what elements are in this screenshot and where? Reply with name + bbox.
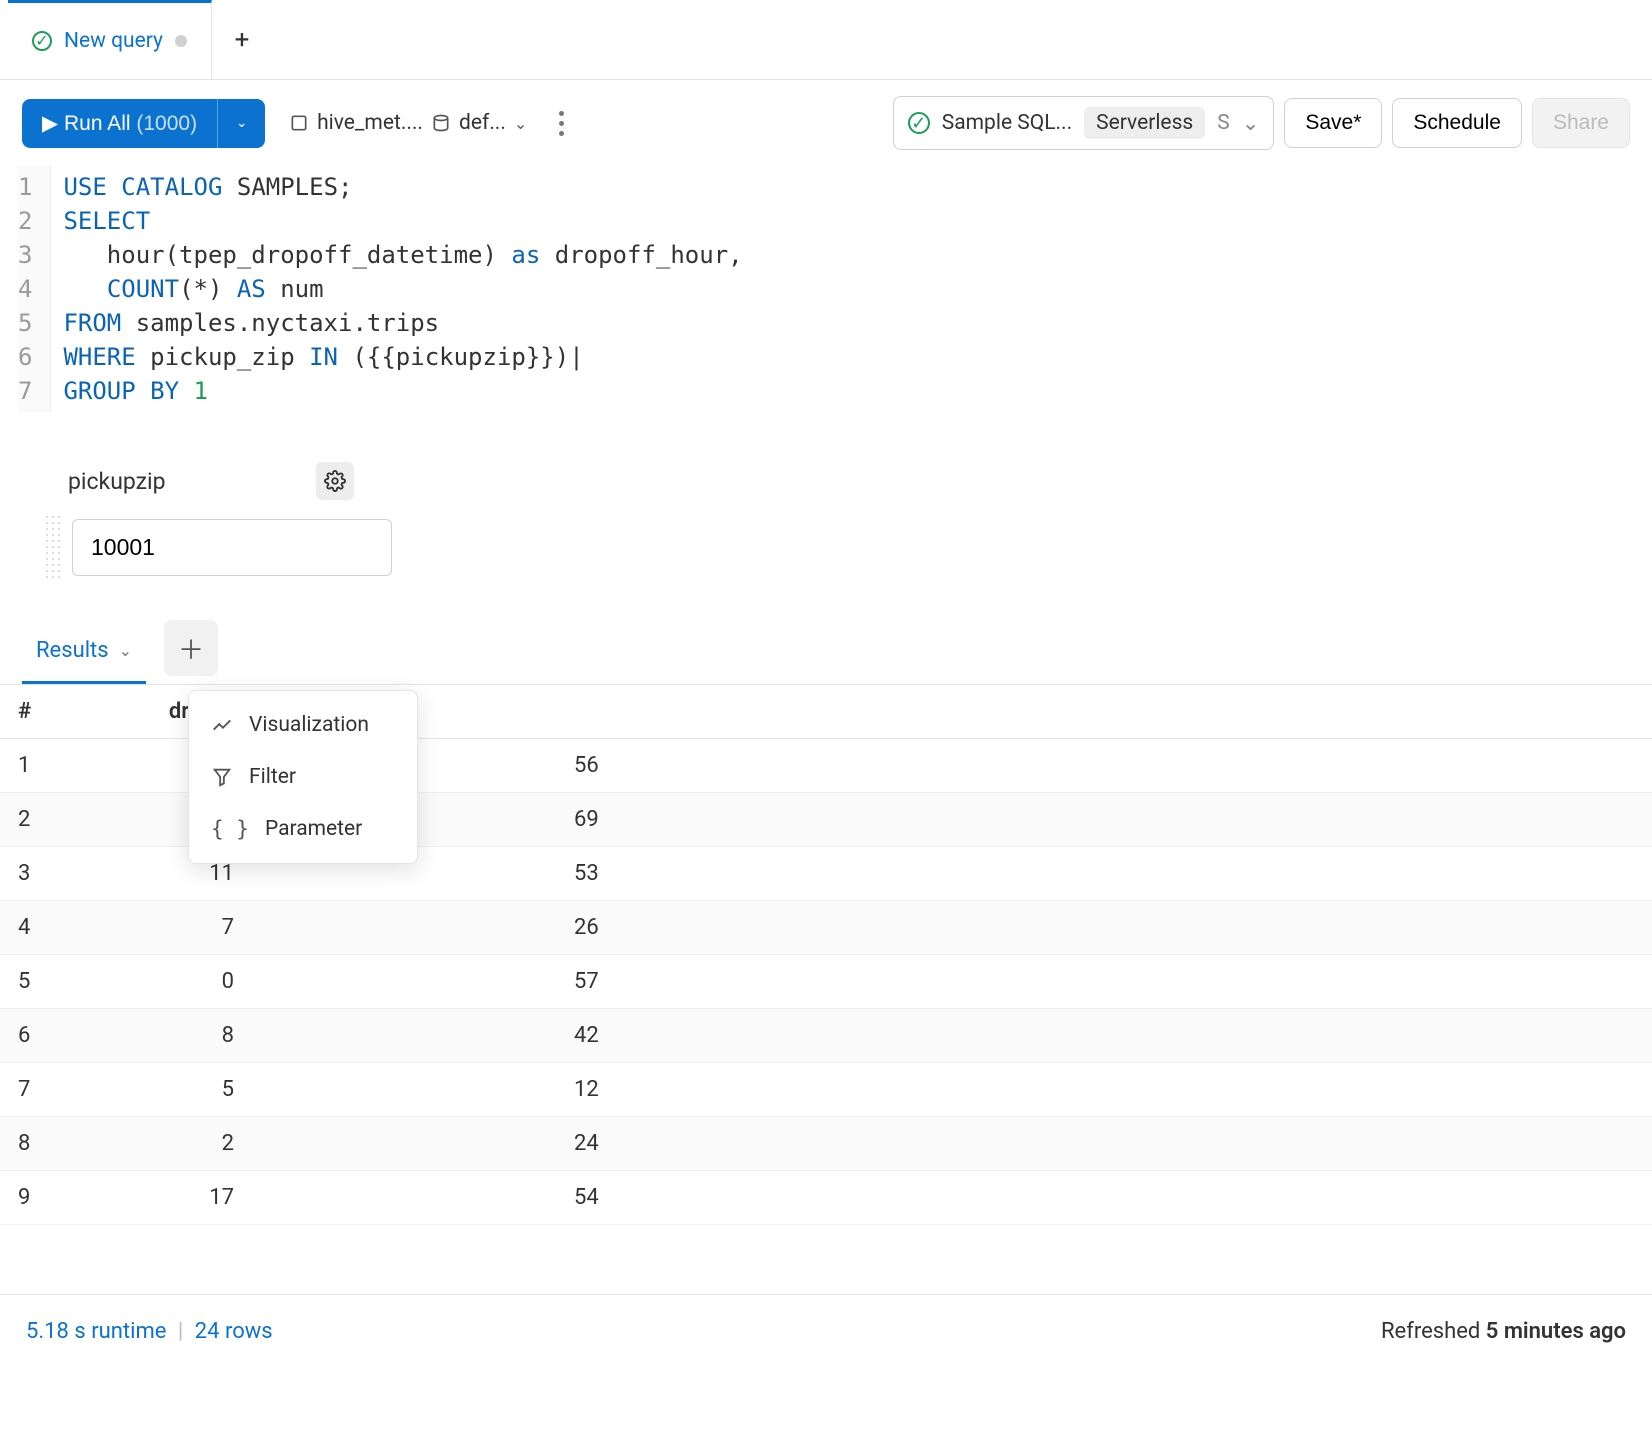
table-cell: 2 [0,793,64,847]
dropdown-item-parameter[interactable]: { } Parameter [189,803,417,855]
cluster-picker[interactable]: ✓ Sample SQL... Serverless S ⌄ [893,96,1275,150]
chevron-down-icon: ⌄ [119,641,132,660]
plus-icon: ＋ [178,630,204,667]
table-cell: 8 [0,1117,64,1171]
catalog-icon [289,113,309,133]
table-cell: 7 [0,1063,64,1117]
add-results-panel-button[interactable]: ＋ [164,620,218,676]
gear-icon [324,470,346,492]
chart-icon [211,714,233,736]
plus-icon: + [235,25,250,55]
dropdown-label: Parameter [265,817,362,841]
check-circle-icon: ✓ [32,31,52,51]
results-footer: 5.18 s runtime | 24 rows Refreshed 5 min… [0,1295,1652,1368]
query-tab-bar: ✓ New query + [0,0,1652,80]
schedule-label: Schedule [1413,111,1501,135]
filter-icon [211,766,233,788]
table-cell: 3 [0,847,64,901]
table-cell: 57 [314,955,1652,1009]
share-label: Share [1553,111,1609,135]
chevron-down-icon: ⌄ [236,115,247,131]
table-row[interactable]: 4726 [0,901,1652,955]
results-tab-label: Results [36,638,109,663]
save-button[interactable]: Save* [1284,98,1382,148]
table-cell: 54 [314,1171,1652,1225]
save-label: Save* [1305,111,1361,135]
line-gutter: 1234567 [18,166,51,412]
table-cell: 0 [64,955,314,1009]
dropdown-item-visualization[interactable]: Visualization [189,699,417,751]
refreshed-summary: Refreshed 5 minutes ago [1381,1319,1626,1344]
table-cell: 26 [314,901,1652,955]
table-cell: 6 [0,1009,64,1063]
table-row[interactable]: 6842 [0,1009,1652,1063]
cluster-size: S [1217,111,1229,135]
braces-icon: { } [211,817,249,841]
results-tab-bar: Results ⌄ ＋ Visualization Filter { } Par… [0,620,1652,685]
table-cell: 69 [314,793,1652,847]
sql-editor[interactable]: 1234567 USE CATALOG SAMPLES;SELECT hour(… [0,166,1652,412]
table-row[interactable]: 7512 [0,1063,1652,1117]
table-cell: 17 [64,1171,314,1225]
table-cell: 42 [314,1009,1652,1063]
cluster-type-badge: Serverless [1084,107,1205,139]
table-cell: 8 [64,1009,314,1063]
more-options-button[interactable] [547,111,575,136]
column-header[interactable] [314,685,1652,739]
parameter-settings-button[interactable] [316,462,354,500]
cluster-name: Sample SQL... [942,111,1072,135]
table-cell: 2 [64,1117,314,1171]
table-cell: 12 [314,1063,1652,1117]
chevron-down-icon: ⌄ [514,114,527,133]
dropdown-label: Filter [249,765,296,789]
run-all-button[interactable]: ▶ Run All (1000) [22,99,217,148]
table-cell: 56 [314,739,1652,793]
table-cell: 7 [64,901,314,955]
table-cell: 5 [64,1063,314,1117]
database-icon [431,113,451,133]
run-options-button[interactable]: ⌄ [217,99,265,148]
column-header[interactable]: # [0,685,64,739]
catalog-name: hive_met.... [317,111,423,135]
catalog-picker[interactable]: hive_met.... def... ⌄ [289,111,527,135]
query-tab-active[interactable]: ✓ New query [8,0,212,79]
check-circle-icon: ✓ [908,112,930,134]
table-cell: 5 [0,955,64,1009]
unsaved-dot-icon [175,35,187,47]
schedule-button[interactable]: Schedule [1392,98,1522,148]
share-button: Share [1532,98,1630,148]
code-area[interactable]: USE CATALOG SAMPLES;SELECT hour(tpep_dro… [51,166,754,412]
drag-handle-icon[interactable] [44,514,64,580]
dropdown-label: Visualization [249,713,369,737]
run-button-group: ▶ Run All (1000) ⌄ [22,99,265,148]
table-cell: 4 [0,901,64,955]
runtime-summary: 5.18 s runtime | 24 rows [26,1319,273,1344]
table-cell: 53 [314,847,1652,901]
table-cell: 1 [0,739,64,793]
tab-label: New query [64,29,163,53]
parameter-label: pickupzip [68,468,166,495]
table-row[interactable]: 91754 [0,1171,1652,1225]
play-icon: ▶ [42,112,64,135]
toolbar: ▶ Run All (1000) ⌄ hive_met.... def... ⌄… [0,80,1652,166]
table-cell: 24 [314,1117,1652,1171]
table-cell: 9 [0,1171,64,1225]
run-limit: (1000) [136,112,197,135]
chevron-down-icon: ⌄ [1242,111,1260,136]
results-tab[interactable]: Results ⌄ [22,620,146,684]
parameter-input-pickupzip[interactable] [72,519,392,576]
database-name: def... [459,111,506,135]
new-tab-button[interactable]: + [212,0,272,79]
parameters-section: pickupzip [0,412,1652,590]
dropdown-item-filter[interactable]: Filter [189,751,417,803]
add-panel-dropdown: Visualization Filter { } Parameter [188,690,418,864]
table-row[interactable]: 8224 [0,1117,1652,1171]
table-row[interactable]: 5057 [0,955,1652,1009]
run-label: Run All [64,112,131,135]
